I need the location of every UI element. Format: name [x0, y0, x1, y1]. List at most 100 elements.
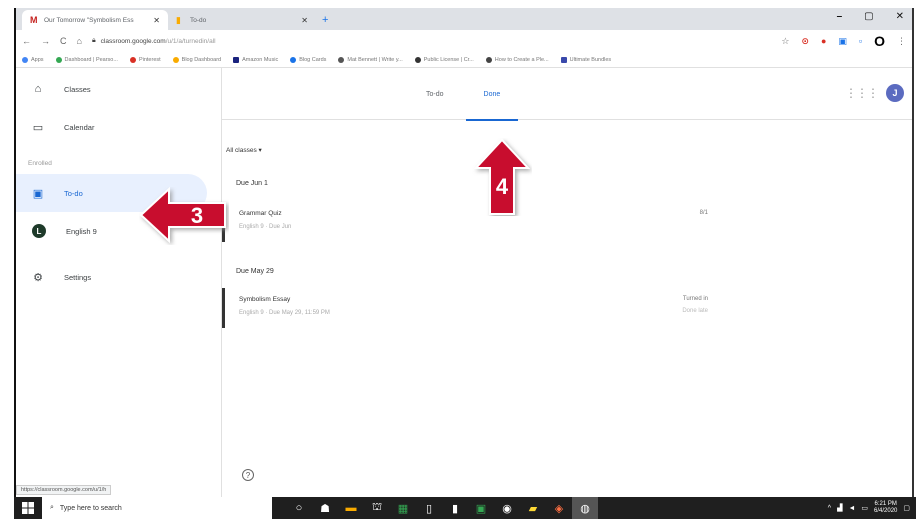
top-bar: To-do Done ⋮⋮⋮ J	[222, 68, 912, 121]
tab-strip: M Our Tomorrow "Symbolism Ess ✕ ▮ To-do …	[16, 8, 912, 30]
address-bar[interactable]: 🔒︎ classroom.google.com /u/1/a/turnedin/…	[92, 37, 771, 45]
user-avatar[interactable]: J	[886, 84, 904, 102]
assignment-score: 8/1	[699, 210, 708, 216]
file-explorer-icon[interactable]: ▬	[338, 497, 364, 519]
section-heading: Due May 29	[236, 268, 274, 275]
bookmark[interactable]: Ultimate Bundles	[560, 56, 611, 63]
tab-todo[interactable]: To-do	[410, 68, 460, 120]
star-icon[interactable]: ☆	[781, 36, 789, 47]
active-app-icon[interactable]: ◍	[572, 497, 598, 519]
bookmark-icon	[338, 56, 345, 63]
taskbar-search[interactable]: ⌕ Type here to search	[42, 497, 272, 519]
bookmark[interactable]: Blog Dashboard	[172, 56, 221, 63]
menu-icon[interactable]: ⋮	[897, 36, 906, 47]
browser-window: M Our Tomorrow "Symbolism Ess ✕ ▮ To-do …	[14, 8, 914, 497]
close-tab-icon[interactable]: ✕	[153, 16, 160, 25]
tab-title: To-do	[190, 16, 207, 24]
notifications-icon[interactable]: ▢	[903, 504, 910, 512]
back-icon[interactable]: ←	[22, 36, 31, 46]
section-heading: Due Jun 1	[236, 180, 268, 187]
sidebar-item-label: Calendar	[64, 122, 95, 132]
start-button[interactable]	[14, 497, 42, 519]
assignment-row[interactable]: Grammar Quiz English 9 · Due Jun 8/1	[222, 202, 712, 242]
assignment-row[interactable]: Symbolism Essay English 9 · Due May 29, …	[222, 288, 712, 328]
chevron-up-icon[interactable]: ^	[828, 505, 831, 512]
home-icon: ⌂	[34, 83, 42, 95]
bookmark[interactable]: Mat Bennett | Write y...	[338, 56, 403, 63]
bookmark-icon	[414, 56, 421, 63]
bookmark-icon	[290, 56, 297, 63]
assignment-title: Symbolism Essay	[239, 296, 291, 303]
bookmark[interactable]: Public License | Cr...	[414, 56, 474, 63]
app-icon[interactable]: ▦	[390, 497, 416, 519]
extensions: ☆ ⊙ ● ▣ ▫ O ⋮	[781, 33, 906, 49]
new-tab-button[interactable]: +	[322, 14, 328, 26]
bookmark[interactable]: Blog Cards	[290, 56, 326, 63]
bookmark[interactable]: Amazon Music	[233, 56, 278, 63]
todo-icon: ▣	[32, 187, 44, 200]
chrome-icon[interactable]: ◉	[494, 497, 520, 519]
taskbar-apps: ○ ☗ ▬ ⛫ ▦ ▯ ▮ ▣ ◉ ▰ ◈ ◍	[286, 497, 598, 519]
extension-icon[interactable]: ●	[821, 36, 826, 46]
reload-icon[interactable]: C	[60, 36, 67, 46]
lock-icon: 🔒︎	[91, 37, 96, 44]
clock-time: 6:21 PM	[874, 501, 897, 507]
bookmarks-bar: Apps Dashboard | Pearso... Pinterest Blo…	[16, 52, 912, 68]
bookmark[interactable]: How to Create a Ple...	[485, 56, 549, 63]
browser-tab-todo[interactable]: ▮ To-do ✕	[168, 10, 316, 30]
windows-taskbar: ⌕ Type here to search ○ ☗ ▬ ⛫ ▦ ▯ ▮ ▣ ◉ …	[14, 497, 916, 519]
assignment-subtitle: English 9 · Due Jun	[239, 224, 292, 230]
sticky-notes-icon[interactable]: ▰	[520, 497, 546, 519]
close-window-button[interactable]: ✕	[896, 11, 904, 22]
arrow-shape	[139, 187, 226, 244]
assignment-title: Grammar Quiz	[239, 210, 282, 217]
store-icon[interactable]: ⛫	[364, 497, 390, 519]
clock[interactable]: 6:21 PM 6/4/2020	[874, 501, 897, 515]
sidebar: ⌂ Classes ▭ Calendar Enrolled ▣ To-do L …	[16, 68, 222, 497]
gear-icon: ⚙	[33, 271, 43, 284]
document-icon[interactable]: ▯	[416, 497, 442, 519]
sidebar-item-settings[interactable]: ⚙ Settings	[16, 258, 221, 296]
search-icon: ⌕	[50, 504, 54, 511]
forward-icon[interactable]: →	[41, 36, 50, 46]
app-icon[interactable]: ◈	[546, 497, 572, 519]
sidebar-item-classes[interactable]: ⌂ Classes	[16, 70, 221, 108]
url-path: /u/1/a/turnedin/all	[165, 37, 216, 45]
enrolled-heading: Enrolled	[28, 159, 52, 167]
class-avatar: L	[32, 224, 46, 238]
bookmark[interactable]: Dashboard | Pearso...	[55, 56, 118, 63]
cortana-icon[interactable]: ○	[286, 497, 312, 519]
extension-icon[interactable]: ▣	[838, 36, 847, 47]
filter-label: All classes	[226, 147, 257, 154]
browser-tab-gmail[interactable]: M Our Tomorrow "Symbolism Ess ✕	[22, 10, 168, 30]
sidebar-item-calendar[interactable]: ▭ Calendar	[16, 108, 221, 146]
tab-done[interactable]: Done	[465, 68, 519, 121]
network-icon[interactable]: ▟	[837, 504, 842, 512]
volume-icon[interactable]: ◄	[848, 505, 855, 512]
calculator-icon[interactable]: ▮	[442, 497, 468, 519]
profile-icon[interactable]: O	[874, 33, 885, 49]
assignment-status: Turned in	[682, 296, 708, 302]
app-icon[interactable]: ▣	[468, 497, 494, 519]
close-tab-icon[interactable]: ✕	[301, 16, 308, 25]
sidebar-item-label: Classes	[64, 84, 91, 94]
pinterest-icon	[129, 56, 136, 63]
clock-date: 6/4/2020	[874, 508, 898, 514]
sidebar-item-label: Settings	[64, 272, 92, 282]
home-icon[interactable]: ⌂	[77, 36, 82, 46]
maximize-button[interactable]: ▢	[864, 11, 873, 22]
bookmark[interactable]: Apps	[22, 56, 44, 63]
battery-icon[interactable]: ▭	[861, 504, 868, 512]
system-tray: ^ ▟ ◄ ▭ 6:21 PM 6/4/2020 ▢	[828, 501, 916, 515]
class-filter-dropdown[interactable]: All classes ▾	[226, 146, 262, 154]
extension-icon[interactable]: ▫	[859, 36, 862, 46]
help-icon[interactable]: ?	[242, 469, 254, 481]
bookmark[interactable]: Pinterest	[129, 56, 161, 63]
classroom-app: ⌂ Classes ▭ Calendar Enrolled ▣ To-do L …	[16, 68, 912, 497]
people-icon[interactable]: ☗	[312, 497, 338, 519]
apps-grid-icon[interactable]: ⋮⋮⋮	[845, 86, 879, 100]
status-bar-url: https://classroom.google.com/u/1/h	[16, 485, 112, 495]
minimize-button[interactable]: –	[837, 11, 843, 22]
calendar-icon: ▭	[32, 121, 44, 134]
pinterest-icon[interactable]: ⊙	[801, 36, 809, 47]
